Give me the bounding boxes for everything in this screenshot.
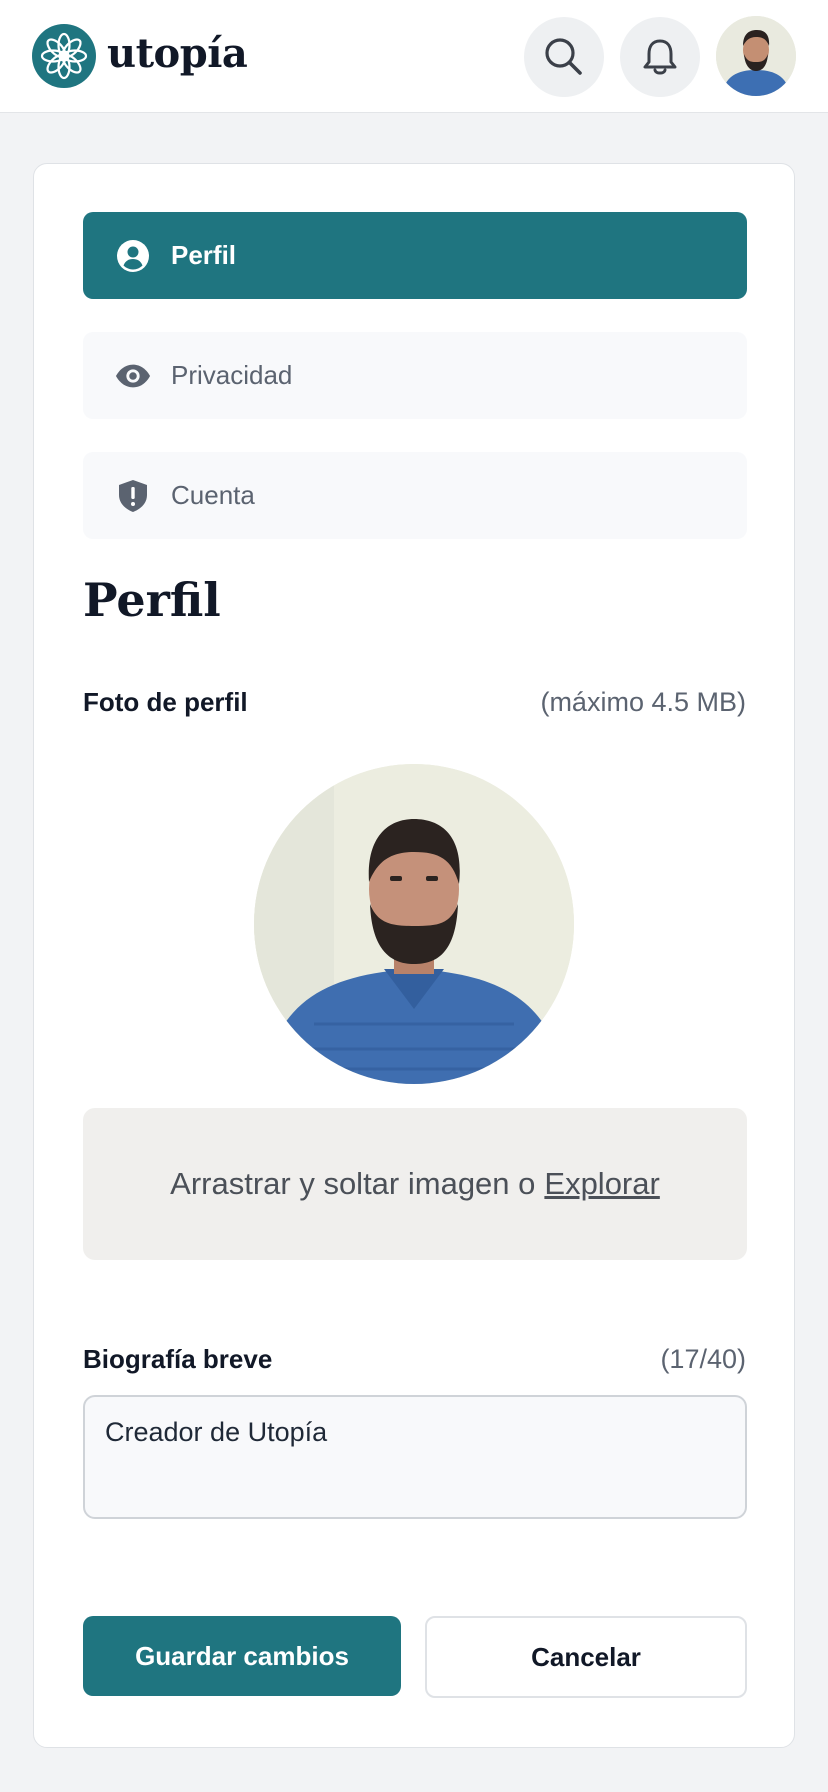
user-avatar[interactable] (716, 16, 796, 96)
tab-perfil[interactable]: Perfil (83, 212, 747, 299)
settings-card: Perfil Privacidad Cuenta Perfil Foto de … (33, 163, 795, 1748)
tab-privacidad-label: Privacidad (171, 360, 293, 390)
image-dropzone[interactable]: Arrastrar y soltar imagen o Explorar (83, 1108, 747, 1260)
profile-photo-size-hint: (máximo 4.5 MB) (540, 687, 746, 717)
brand-name[interactable]: utopía (107, 24, 248, 84)
user-circle-icon (115, 239, 151, 273)
profile-photo-image (254, 764, 574, 1084)
cancel-button[interactable]: Cancelar (425, 1616, 747, 1698)
bio-char-counter: (17/40) (660, 1344, 746, 1374)
tab-perfil-label: Perfil (171, 240, 237, 270)
search-button[interactable] (524, 17, 604, 97)
bell-icon (643, 39, 677, 75)
top-header: utopía (0, 0, 828, 113)
profile-photo (254, 764, 574, 1084)
eye-icon (115, 359, 151, 393)
bio-label: Biografía breve (83, 1344, 273, 1374)
bio-textarea[interactable]: Creador de Utopía (83, 1395, 747, 1519)
lotus-icon (40, 32, 88, 80)
explore-link[interactable]: Explorar (544, 1166, 659, 1202)
save-button[interactable]: Guardar cambios (83, 1616, 401, 1696)
tab-cuenta[interactable]: Cuenta (83, 452, 747, 539)
avatar-photo (716, 16, 796, 96)
notifications-button[interactable] (620, 17, 700, 97)
page-title: Perfil (83, 573, 221, 627)
tab-privacidad[interactable]: Privacidad (83, 332, 747, 419)
logo-icon[interactable] (32, 24, 96, 88)
shield-alert-icon (115, 479, 151, 513)
tab-cuenta-label: Cuenta (171, 480, 255, 510)
profile-photo-label: Foto de perfil (83, 687, 248, 717)
search-icon (545, 38, 582, 75)
dropzone-text: Arrastrar y soltar imagen o (170, 1166, 536, 1201)
